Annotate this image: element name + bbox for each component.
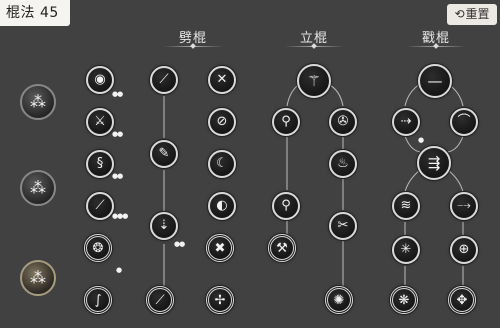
li-slam-icon: ⚒ [276, 241, 288, 256]
skill-node-a1[interactable]: ◉ [86, 66, 114, 94]
chuo-burst-icon: ✳ [400, 242, 412, 257]
chuo-flurry-icon: ≋ [400, 198, 412, 213]
chuo-ultimate-icon: ❋ [398, 293, 410, 308]
pi-node-7[interactable]: ⇣ [150, 212, 178, 240]
twist-icon: ∫ [94, 293, 102, 308]
pi-node-8[interactable]: ✖ [206, 234, 234, 262]
pi-node-4[interactable]: ⊘ [208, 108, 236, 136]
li-node-7[interactable]: ✺ [325, 286, 353, 314]
li-node-2[interactable]: ✇ [329, 108, 357, 136]
node-a4-dots: ●●● [112, 212, 128, 220]
chuo-node-6[interactable]: ✳ [392, 236, 420, 264]
pi-node-3[interactable]: ✎ [150, 140, 178, 168]
pillar-icon: ⚚ [307, 72, 321, 90]
chuo-node-3[interactable]: ⇶ [417, 146, 451, 180]
li-stand-icon: ⚲ [281, 114, 291, 129]
cross-staff-icon: ✕ [216, 72, 228, 87]
li-whirl-icon: ✺ [333, 293, 345, 308]
arc-icon: ◐ [216, 198, 228, 213]
pi-node-7-dots: ●● [174, 240, 185, 248]
li-pole-icon: ⚲ [281, 198, 291, 213]
staff-thrust-icon: ⟋ [95, 198, 105, 213]
pi-strike-icon: ⟋ [159, 72, 169, 87]
li-node-6[interactable]: ⚒ [268, 234, 296, 262]
node-a3-dots: ●● [112, 172, 123, 180]
chuo-multi-icon: ⇶ [427, 154, 441, 172]
chuo-node-root[interactable]: — [418, 64, 452, 98]
li-node-root[interactable]: ⚚ [297, 64, 331, 98]
chuo-node-8[interactable]: ❋ [390, 286, 418, 314]
thrust-icon: — [427, 72, 443, 90]
chuo-node-1[interactable]: ⇢ [392, 108, 420, 136]
node-a5-dots: ● [116, 266, 122, 274]
li-node-5[interactable]: ✂ [329, 212, 357, 240]
skill-node-a2[interactable]: ⚔ [86, 108, 114, 136]
stance-1-icon: ⁂ [30, 92, 46, 111]
skill-node-a6[interactable]: ∫ [84, 286, 112, 314]
orb-strike-icon: ◉ [94, 72, 106, 87]
chuo-curve-icon: ⌒ [457, 114, 471, 129]
pi-node-1[interactable]: ⟋ [150, 66, 178, 94]
skill-node-a3[interactable]: § [86, 150, 114, 178]
chuo-node-1-dots: ● [418, 136, 424, 144]
li-node-4[interactable]: ⚲ [272, 192, 300, 220]
pi-ultimate-icon: ⟋ [155, 293, 165, 308]
staff-swing-icon: ⚔ [94, 114, 106, 129]
node-a1-dots: ●● [112, 90, 123, 98]
chuo-node-7[interactable]: ⊕ [450, 236, 478, 264]
node-a2-dots: ●● [112, 130, 123, 138]
pi-drop-icon: ⇣ [158, 218, 170, 233]
chuo-pierce-icon: ⤍ [457, 198, 471, 213]
pi-sweep-icon: ✎ [158, 146, 170, 161]
li-node-3[interactable]: ♨ [329, 150, 357, 178]
pi-node-9[interactable]: ⟋ [146, 286, 174, 314]
chuo-node-9[interactable]: ✥ [448, 286, 476, 314]
spiral-icon: § [96, 156, 104, 171]
stance-gem-2[interactable]: ⁂ [20, 170, 56, 206]
stance-gem-3[interactable]: ⁂ [20, 260, 56, 296]
li-node-1[interactable]: ⚲ [272, 108, 300, 136]
li-cross-icon: ✂ [337, 218, 349, 233]
stance-gem-1[interactable]: ⁂ [20, 84, 56, 120]
chuo-dash-icon: ⇢ [400, 114, 412, 129]
slash-circle-icon: ⊘ [216, 114, 228, 129]
li-spin-icon: ✇ [337, 114, 349, 129]
whirl-icon: ❂ [92, 241, 104, 256]
stance-2-icon: ⁂ [30, 178, 46, 197]
pi-node-6[interactable]: ◐ [208, 192, 236, 220]
skill-node-a4[interactable]: ⟋ [86, 192, 114, 220]
chuo-node-4[interactable]: ≋ [392, 192, 420, 220]
li-wind-icon: ♨ [337, 156, 349, 171]
chuo-node-5[interactable]: ⤍ [450, 192, 478, 220]
crescent-icon: ☾ [216, 156, 228, 171]
chuo-target-icon: ⊕ [458, 242, 470, 257]
skill-node-a5[interactable]: ❂ [84, 234, 112, 262]
cross-burst-icon: ✖ [214, 241, 226, 256]
pi-node-5[interactable]: ☾ [208, 150, 236, 178]
chuo-node-2[interactable]: ⌒ [450, 108, 478, 136]
pi-node-10[interactable]: ✢ [206, 286, 234, 314]
chuo-ultimate-2-icon: ✥ [456, 293, 468, 308]
pi-node-2[interactable]: ✕ [208, 66, 236, 94]
stance-3-icon: ⁂ [30, 268, 46, 287]
pi-ultimate-2-icon: ✢ [214, 293, 226, 308]
